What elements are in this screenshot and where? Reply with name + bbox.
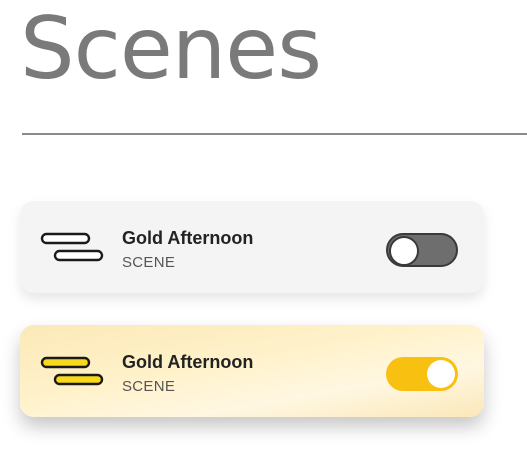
- scenes-page: Scenes Gold Afternoon SCENE Gold Afterno…: [0, 0, 527, 470]
- scene-lines-icon: [40, 356, 104, 386]
- scene-toggle-on[interactable]: [386, 357, 458, 391]
- toggle-knob: [427, 360, 455, 388]
- scene-name: Gold Afternoon: [122, 352, 254, 372]
- scene-type-label: SCENE: [122, 254, 176, 271]
- scene-lines-icon: [40, 232, 104, 262]
- page-title: Scenes: [20, 0, 322, 99]
- toggle-knob: [389, 236, 419, 266]
- title-divider: [22, 133, 527, 135]
- scene-type-label: SCENE: [122, 378, 176, 395]
- scene-card-inactive[interactable]: Gold Afternoon SCENE: [20, 201, 484, 293]
- scene-toggle-off[interactable]: [386, 233, 458, 267]
- scene-card-active[interactable]: Gold Afternoon SCENE: [20, 325, 484, 417]
- scene-name: Gold Afternoon: [122, 228, 254, 248]
